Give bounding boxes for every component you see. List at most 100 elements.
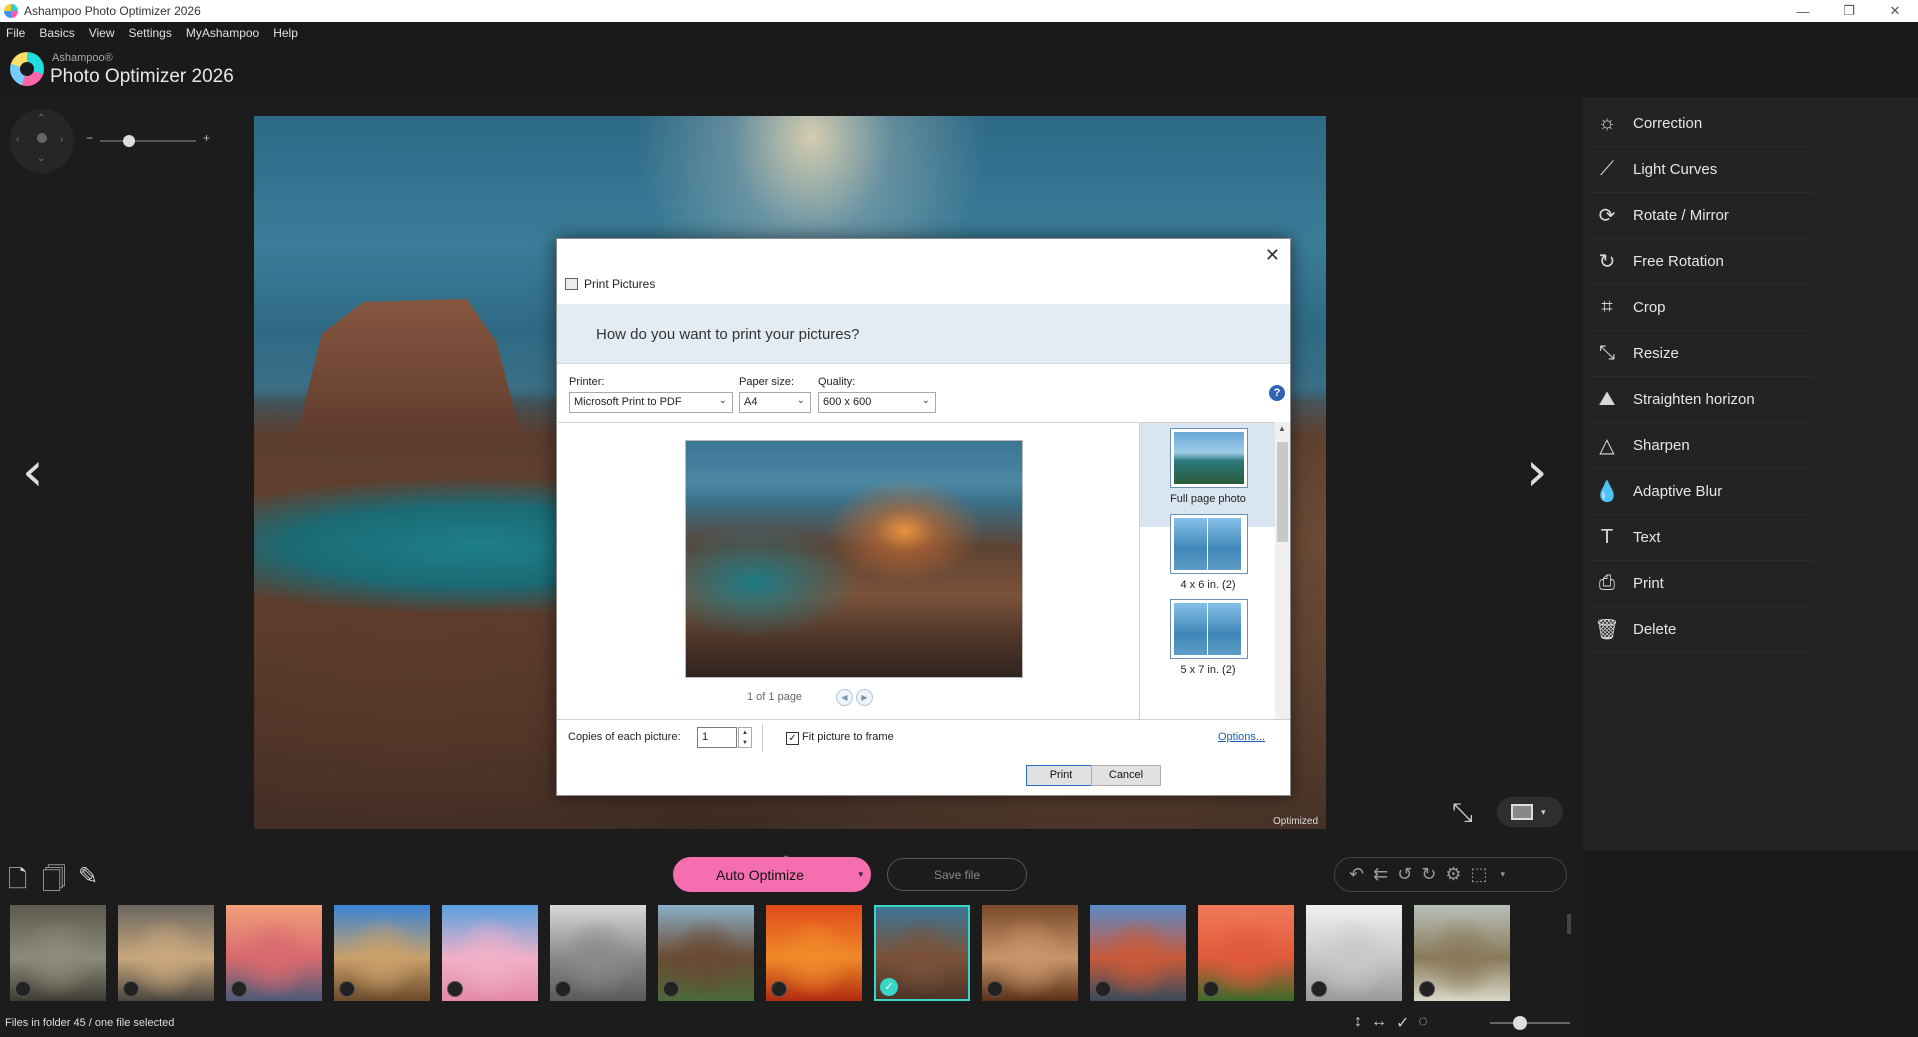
next-page-icon[interactable]: ▶ [856, 689, 873, 706]
printer-select[interactable]: Microsoft Print to PDF ⌄ [569, 392, 733, 413]
rotate-left-icon[interactable]: ↺ [1397, 864, 1412, 885]
dialog-close-icon[interactable]: ✕ [1265, 245, 1280, 266]
tool-crop[interactable]: ⌗ Crop [1593, 285, 1813, 331]
pan-left-icon[interactable]: ‹ [16, 134, 19, 145]
menu-view[interactable]: View [89, 26, 115, 40]
tool-resize[interactable]: ⤡ Resize [1593, 331, 1813, 377]
sort-horizontal-icon[interactable]: ↔ [1371, 1013, 1387, 1033]
fit-to-screen-icon[interactable]: ⤡ [1452, 797, 1473, 829]
rotate-right-icon[interactable]: ↻ [1421, 864, 1436, 885]
zoom-in-icon[interactable]: + [203, 131, 210, 145]
thumbnail-heart-tree[interactable] [550, 905, 646, 1001]
help-icon[interactable]: ? [1269, 385, 1285, 401]
thumbnail-cat[interactable] [118, 905, 214, 1001]
select-circle-icon[interactable] [987, 981, 1003, 997]
select-circle-icon[interactable] [555, 981, 571, 997]
tool-sharpen[interactable]: △ Sharpen [1593, 423, 1813, 469]
undo-all-icon[interactable]: ⇇ [1373, 864, 1388, 885]
thumbnail-desert-tree[interactable] [334, 905, 430, 1001]
selected-check-icon[interactable]: ✓ [880, 978, 898, 996]
select-circle-icon[interactable] [231, 981, 247, 997]
select-circle-icon[interactable] [1311, 981, 1327, 997]
thumbnail-sunset-beach[interactable] [226, 905, 322, 1001]
tool-adaptive-blur[interactable]: 💧 Adaptive Blur [1593, 469, 1813, 515]
layout-5x7[interactable]: 5 x 7 in. (2) [1140, 594, 1276, 698]
restore-button[interactable]: ❐ [1826, 0, 1872, 22]
copies-input[interactable]: 1 [697, 727, 737, 748]
menu-myashampoo[interactable]: MyAshampoo [186, 26, 259, 40]
brush-icon[interactable]: ✎ [78, 862, 98, 891]
print-button[interactable]: Print [1026, 765, 1096, 786]
prev-page-icon[interactable]: ◀ [836, 689, 853, 706]
menu-settings[interactable]: Settings [128, 26, 171, 40]
thumbnail-temple-ruins[interactable] [10, 905, 106, 1001]
options-link[interactable]: Options... [1218, 731, 1265, 743]
close-window-button[interactable]: ✕ [1872, 0, 1918, 22]
pan-right-icon[interactable]: › [60, 134, 63, 145]
check-circle-icon[interactable]: ✓ [1396, 1013, 1409, 1033]
zoom-knob[interactable] [122, 135, 135, 147]
zoom-track[interactable] [100, 140, 196, 142]
save-file-button[interactable]: Save file [887, 858, 1027, 891]
thumbnail-canyon[interactable]: ✓ [874, 905, 970, 1001]
auto-optimize-button[interactable]: Auto Optimize ▾ [673, 857, 871, 892]
chevron-down-icon[interactable]: ▾ [1501, 869, 1506, 880]
fit-to-frame-checkbox[interactable]: ✓ [786, 732, 799, 745]
cancel-button[interactable]: Cancel [1091, 765, 1161, 786]
layout-scrollbar[interactable]: ▲ [1275, 422, 1290, 719]
gear-icon[interactable]: ⚙ [1445, 864, 1461, 885]
scroll-up-icon[interactable]: ▲ [1278, 424, 1286, 433]
undo-icon[interactable]: ↶ [1349, 864, 1364, 885]
tool-straighten-horizon[interactable]: ⛰ Straighten horizon [1593, 377, 1813, 423]
select-circle-icon[interactable] [15, 981, 31, 997]
scroll-thumb[interactable] [1277, 442, 1288, 542]
zoom-out-icon[interactable]: − [86, 131, 93, 145]
slider-knob[interactable] [1513, 1016, 1527, 1030]
add-file-icon[interactable]: 🗋 [8, 862, 27, 903]
select-circle-icon[interactable] [663, 981, 679, 997]
select-circle-icon[interactable] [447, 981, 463, 997]
filmstrip-scrollbar[interactable] [1567, 914, 1571, 934]
chevron-down-icon[interactable]: ▾ [858, 869, 863, 880]
tool-print[interactable]: ⎙ Print [1593, 561, 1813, 607]
quality-select[interactable]: 600 x 600 ⌄ [818, 392, 936, 413]
pan-navigator[interactable]: ⌃ ⌄ ‹ › [10, 109, 74, 173]
select-circle-icon[interactable] [1419, 981, 1435, 997]
add-folder-icon[interactable]: 🗍 [42, 862, 66, 903]
thumbnail-squirrel[interactable] [1414, 905, 1510, 1001]
tool-free-rotation[interactable]: ↻ Free Rotation [1593, 239, 1813, 285]
menu-help[interactable]: Help [273, 26, 298, 40]
menu-basics[interactable]: Basics [39, 26, 74, 40]
selection-circle-icon[interactable]: ◌ [1418, 1013, 1428, 1033]
previous-image-icon[interactable]: ‹ [22, 440, 44, 503]
select-circle-icon[interactable] [771, 981, 787, 997]
paper-size-select[interactable]: A4 ⌄ [739, 392, 811, 413]
thumbnail-pink-lake[interactable] [442, 905, 538, 1001]
tool-rotate-mirror[interactable]: ⟳ Rotate / Mirror [1593, 193, 1813, 239]
pan-down-icon[interactable]: ⌄ [37, 153, 45, 164]
tool-delete[interactable]: 🗑 Delete [1593, 607, 1813, 653]
copies-stepper[interactable]: ▲ ▼ [738, 727, 752, 748]
thumbnail-nuts[interactable] [982, 905, 1078, 1001]
thumbnail-orange-leaf[interactable] [766, 905, 862, 1001]
menu-file[interactable]: File [6, 26, 25, 40]
thumbnail-size-slider[interactable] [1490, 1016, 1570, 1030]
select-circle-icon[interactable] [1203, 981, 1219, 997]
minimize-button[interactable]: — [1780, 0, 1826, 22]
thumbnail-horse[interactable] [658, 905, 754, 1001]
select-circle-icon[interactable] [339, 981, 355, 997]
next-image-icon[interactable]: › [1526, 440, 1548, 503]
tool-text[interactable]: T Text [1593, 515, 1813, 561]
tool-light-curves[interactable]: ⟋ Light Curves [1593, 147, 1813, 193]
select-circle-icon[interactable] [1095, 981, 1111, 997]
pan-up-icon[interactable]: ⌃ [37, 113, 45, 124]
tool-correction[interactable]: ☼ Correction [1593, 101, 1813, 147]
select-frame-icon[interactable]: ⬚ [1471, 864, 1488, 885]
thumbnail-coast-town[interactable] [1090, 905, 1186, 1001]
view-mode-button[interactable]: ▾ [1497, 797, 1563, 827]
thumbnail-foggy-bridge[interactable] [1306, 905, 1402, 1001]
zoom-slider[interactable]: − + [86, 131, 210, 147]
sort-vertical-icon[interactable]: ↕ [1354, 1013, 1362, 1033]
select-circle-icon[interactable] [123, 981, 139, 997]
thumbnail-orange-flower[interactable] [1198, 905, 1294, 1001]
